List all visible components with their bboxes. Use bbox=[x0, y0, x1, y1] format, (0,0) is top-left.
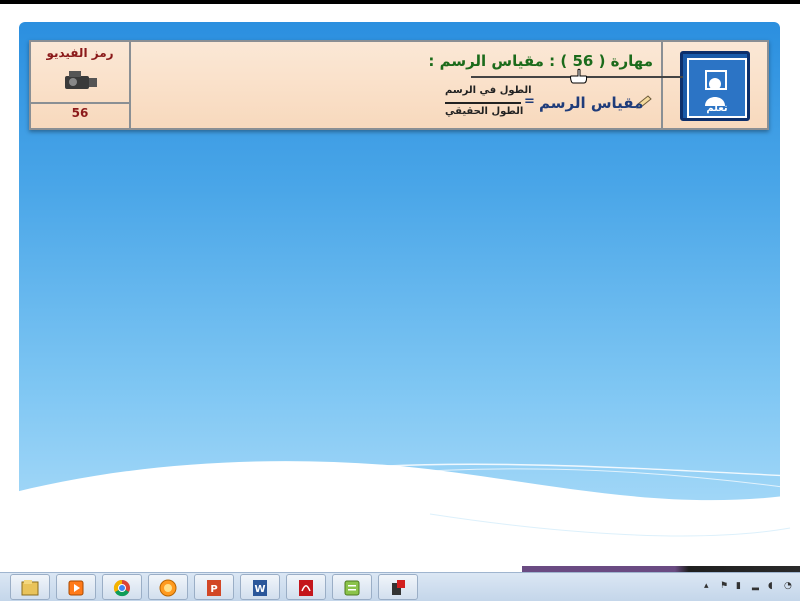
svg-text:W: W bbox=[254, 584, 265, 595]
tray-arrow-icon[interactable]: ▴ bbox=[704, 581, 714, 592]
taskbar-word[interactable]: W bbox=[240, 574, 280, 600]
skill-suffix: ) : مقياس الرسم : bbox=[428, 52, 568, 70]
taskbar-camera-app[interactable] bbox=[378, 574, 418, 600]
skill-title: مهارة ( 56 ) : مقياس الرسم : bbox=[428, 52, 653, 70]
chrome-icon bbox=[113, 579, 130, 597]
hand-cursor-icon bbox=[570, 68, 588, 84]
camera-app-icon bbox=[392, 580, 405, 595]
fraction-denominator: الطول الحقيقي bbox=[445, 106, 524, 117]
flag-icon[interactable]: ⚑ bbox=[720, 581, 730, 592]
video-camera-icon bbox=[65, 71, 97, 89]
equals-sign: = bbox=[524, 94, 535, 109]
taskbar-file-manager[interactable] bbox=[10, 574, 50, 600]
taskbar-powerpoint[interactable]: P bbox=[194, 574, 234, 600]
clock-icon[interactable]: ◔ bbox=[784, 581, 794, 592]
pdf-reader-icon bbox=[299, 580, 313, 596]
notes-app-icon bbox=[344, 580, 360, 596]
skill-header: تعلم رمز الفيديو 56 مهارة ( 56 ) : مقياس… bbox=[29, 40, 769, 130]
media-player-icon bbox=[68, 580, 84, 596]
formula-label: مقياس الرسم bbox=[539, 94, 644, 112]
taskbar-chrome[interactable] bbox=[102, 574, 142, 600]
logo-cell: تعلم bbox=[661, 42, 767, 128]
taskbar-notes[interactable] bbox=[332, 574, 372, 600]
signal-icon[interactable]: ▂ bbox=[752, 581, 762, 592]
decorative-wave bbox=[0, 461, 800, 572]
taskbar-pdf[interactable] bbox=[286, 574, 326, 600]
browser-orange-icon bbox=[159, 579, 177, 597]
skill-prefix: مهارة ( bbox=[598, 52, 653, 70]
video-code-label: رمز الفيديو bbox=[46, 46, 114, 60]
fraction-line bbox=[445, 102, 521, 104]
video-code-number: 56 bbox=[71, 106, 89, 120]
file-manager-icon bbox=[21, 580, 39, 596]
volume-icon[interactable]: ◖ bbox=[768, 581, 778, 592]
powerpoint-icon: P bbox=[207, 580, 221, 596]
word-icon: W bbox=[253, 580, 267, 596]
network-icon[interactable]: ▮ bbox=[736, 581, 746, 592]
video-code-box[interactable]: رمز الفيديو 56 bbox=[31, 42, 131, 128]
taskbar-media-player[interactable] bbox=[56, 574, 96, 600]
logo-caption: تعلم bbox=[706, 103, 728, 114]
presentation-slide: تعلم رمز الفيديو 56 مهارة ( 56 ) : مقياس… bbox=[0, 4, 800, 572]
taskbar: P W ▴ ⚑ ▮ ▂ ◖ ◔ bbox=[0, 572, 800, 601]
taskbar-browser[interactable] bbox=[148, 574, 188, 600]
fraction-numerator: الطول في الرسم bbox=[445, 85, 532, 96]
system-tray: ▴ ⚑ ▮ ▂ ◖ ◔ bbox=[700, 573, 800, 601]
learn-logo-icon: تعلم bbox=[680, 51, 750, 121]
svg-text:P: P bbox=[210, 584, 217, 595]
